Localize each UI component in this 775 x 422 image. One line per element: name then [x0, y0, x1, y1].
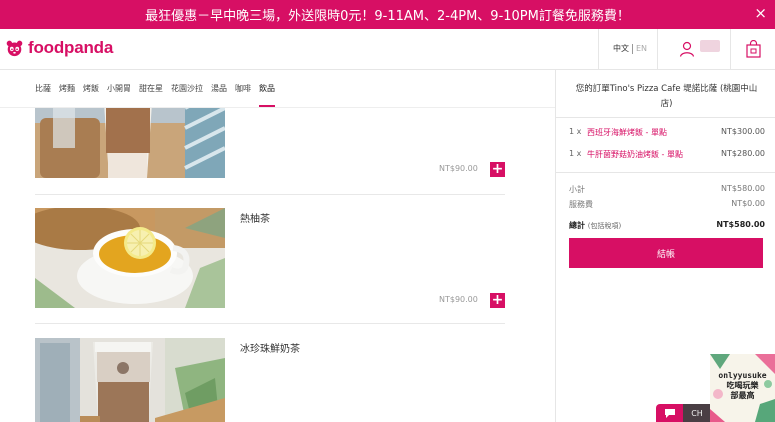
header-divider	[598, 29, 599, 70]
shopping-bag-icon[interactable]	[746, 40, 761, 58]
menu-item[interactable]: NT$90.00 +	[35, 108, 505, 178]
user-name-obscured[interactable]	[700, 40, 720, 52]
total-note: (包括稅項)	[587, 222, 622, 230]
total-row: 總計 (包括稅項) NT$580.00	[569, 220, 765, 231]
menu-item-name: 冰珍珠鮮奶茶	[240, 344, 300, 355]
order-item-price: NT$280.00	[721, 149, 765, 158]
service-fee-row: 服務費 NT$0.00	[569, 199, 765, 210]
subtotal-value: NT$580.00	[721, 184, 765, 193]
service-fee-value: NT$0.00	[731, 199, 765, 208]
category-tab[interactable]: 花園沙拉	[171, 70, 203, 108]
order-item-name[interactable]: 牛肝菌野菇奶油烤飯 - 單點	[587, 149, 721, 160]
panel-divider	[556, 172, 775, 173]
subtotal-row: 小計 NT$580.00	[569, 184, 765, 195]
site-header: foodpanda 中文 EN	[0, 29, 775, 70]
service-fee-label: 服務費	[569, 200, 593, 209]
user-icon[interactable]	[679, 41, 695, 57]
panda-logo-icon	[6, 40, 23, 56]
category-tab[interactable]: 甜在星	[139, 70, 163, 108]
subtotal-label: 小計	[569, 185, 585, 194]
menu-divider	[35, 194, 505, 195]
menu-divider	[35, 323, 505, 324]
header-divider	[657, 29, 658, 70]
menu-item-price: NT$90.00	[439, 164, 478, 173]
add-to-cart-button[interactable]: +	[490, 293, 505, 308]
category-tab[interactable]: 烤飯	[83, 70, 99, 108]
close-icon[interactable]: ×	[754, 4, 767, 22]
logo[interactable]: foodpanda	[6, 38, 113, 58]
category-nav: 比薩 烤麵 烤飯 小開胃 甜在星 花園沙拉 湯品 咖啡 飲品	[0, 70, 555, 108]
category-tab[interactable]: 比薩	[35, 70, 51, 108]
chat-widget-label[interactable]: CH	[683, 404, 711, 422]
ad-line: 部最高	[730, 391, 755, 400]
menu-item-photo[interactable]	[35, 108, 225, 178]
order-item-price: NT$300.00	[721, 127, 765, 136]
promo-text: 最狂優惠－早中晚三場，外送限時0元！9-11AM、2-4PM、9-10PM訂餐免…	[145, 9, 630, 24]
order-item[interactable]: 1 x 西班牙海鮮烤飯 - 單點 NT$300.00	[569, 127, 765, 138]
order-item-name[interactable]: 西班牙海鮮烤飯 - 單點	[587, 127, 721, 138]
order-item[interactable]: 1 x 牛肝菌野菇奶油烤飯 - 單點 NT$280.00	[569, 149, 765, 160]
ad-text: onlyyusuke 吃喝玩樂 部最高	[710, 371, 775, 401]
menu-item[interactable]: 熱柚茶 NT$90.00 +	[35, 208, 505, 308]
menu-item[interactable]: 冰珍珠鮮奶茶	[35, 338, 505, 422]
order-item-qty: 1 x	[569, 127, 582, 136]
promo-banner[interactable]: 最狂優惠－早中晚三場，外送限時0元！9-11AM、2-4PM、9-10PM訂餐免…	[0, 0, 775, 29]
menu-item-photo[interactable]	[35, 208, 225, 308]
total-value: NT$580.00	[716, 220, 765, 229]
menu-item-name: 熱柚茶	[240, 214, 270, 225]
category-tab[interactable]: 咖啡	[235, 70, 251, 108]
category-tab[interactable]: 小開胃	[107, 70, 131, 108]
checkout-button[interactable]: 結帳	[569, 238, 763, 268]
lang-en[interactable]: EN	[636, 44, 647, 53]
ad-line: onlyyusuke	[718, 371, 767, 380]
ad-line: 吃喝玩樂	[726, 381, 759, 390]
panel-divider	[556, 117, 775, 118]
lang-separator	[632, 43, 633, 54]
category-tab-active[interactable]: 飲品	[259, 70, 275, 108]
page: 最狂優惠－早中晚三場，外送限時0元！9-11AM、2-4PM、9-10PM訂餐免…	[0, 0, 775, 422]
lang-zh[interactable]: 中文	[613, 43, 629, 54]
menu-list: NT$90.00 + 熱柚茶 NT$90.00 + 冰珍珠鮮奶茶	[0, 108, 555, 422]
language-switcher: 中文 EN	[613, 43, 647, 54]
menu-item-photo[interactable]	[35, 338, 225, 422]
category-tab[interactable]: 湯品	[211, 70, 227, 108]
blogger-ad-widget[interactable]: onlyyusuke 吃喝玩樂 部最高	[710, 354, 775, 422]
order-item-qty: 1 x	[569, 149, 582, 158]
chat-button[interactable]	[656, 404, 683, 422]
total-label: 總計	[569, 221, 585, 230]
chat-bubble-icon	[664, 408, 675, 418]
menu-item-price: NT$90.00	[439, 295, 478, 304]
order-title: 您的訂單Tino's Pizza Cafe 堤諾比薩 (桃園中山店)	[575, 84, 758, 109]
header-divider	[730, 29, 731, 70]
brand-name: foodpanda	[28, 38, 114, 57]
category-tab[interactable]: 烤麵	[59, 70, 75, 108]
add-to-cart-button[interactable]: +	[490, 162, 505, 177]
